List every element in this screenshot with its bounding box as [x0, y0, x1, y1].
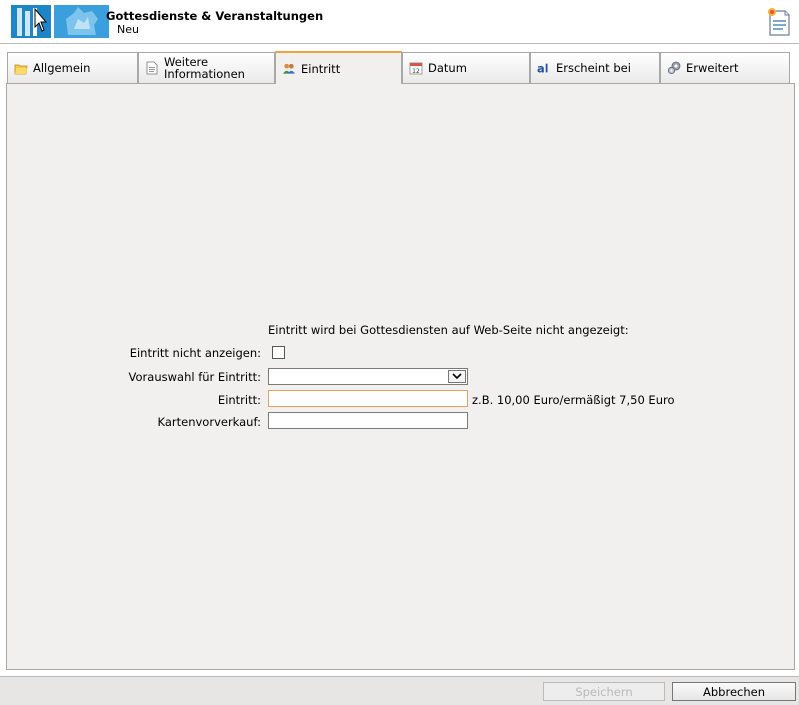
cancel-button[interactable]: Abbrechen	[672, 682, 796, 701]
tab-label: Eintritt	[301, 61, 341, 76]
tab-strip: Allgemein Weitere Informationen Eintritt…	[0, 44, 799, 84]
presale-input[interactable]	[268, 412, 468, 429]
text-a-icon: a	[537, 61, 551, 75]
gears-icon	[667, 61, 681, 75]
tab-datum[interactable]: 12 Datum	[402, 52, 530, 83]
tab-label: Erweitert	[686, 61, 739, 75]
tab-eintritt[interactable]: Eintritt	[275, 51, 402, 84]
logo-left-icon	[11, 5, 51, 38]
folder-icon	[14, 61, 28, 75]
logo-right-icon	[54, 5, 109, 38]
app-subtitle: Neu	[117, 23, 139, 36]
chevron-down-icon[interactable]	[448, 370, 466, 383]
hide-entry-checkbox[interactable]	[272, 346, 285, 359]
svg-text:12: 12	[412, 68, 420, 75]
preselect-label: Vorauswahl für Eintritt:	[128, 370, 261, 384]
tab-weitere-informationen[interactable]: Weitere Informationen	[138, 52, 275, 83]
tab-content-eintritt: Eintritt wird bei Gottesdiensten auf Web…	[6, 83, 795, 670]
form-note: Eintritt wird bei Gottesdiensten auf Web…	[268, 323, 629, 337]
new-document-icon[interactable]	[766, 7, 792, 37]
app-logo	[11, 5, 109, 38]
entry-input[interactable]	[268, 390, 468, 407]
tab-erscheint-bei[interactable]: a Erscheint bei	[530, 52, 660, 83]
dialog-footer: Speichern Abbrechen	[0, 676, 799, 705]
hide-entry-label: Eintritt nicht anzeigen:	[129, 346, 261, 360]
tab-label: Weitere Informationen	[164, 55, 245, 81]
preselect-dropdown[interactable]	[268, 368, 468, 385]
tab-label: Datum	[428, 61, 467, 75]
tab-label: Allgemein	[33, 61, 91, 75]
save-button[interactable]: Speichern	[543, 682, 665, 701]
tab-allgemein[interactable]: Allgemein	[7, 52, 138, 83]
calendar-icon: 12	[409, 61, 423, 75]
presale-label: Kartenvorverkauf:	[157, 415, 261, 429]
document-icon	[145, 61, 159, 75]
people-icon	[282, 62, 296, 76]
app-header: Gottesdienste & Veranstaltungen Neu	[0, 0, 799, 44]
tab-erweitert[interactable]: Erweitert	[660, 52, 790, 83]
svg-text:a: a	[537, 61, 545, 75]
entry-hint: z.B. 10,00 Euro/ermäßigt 7,50 Euro	[472, 393, 675, 407]
app-title: Gottesdienste & Veranstaltungen	[106, 9, 324, 23]
tab-label: Erscheint bei	[556, 61, 631, 75]
entry-label: Eintritt:	[217, 393, 261, 407]
